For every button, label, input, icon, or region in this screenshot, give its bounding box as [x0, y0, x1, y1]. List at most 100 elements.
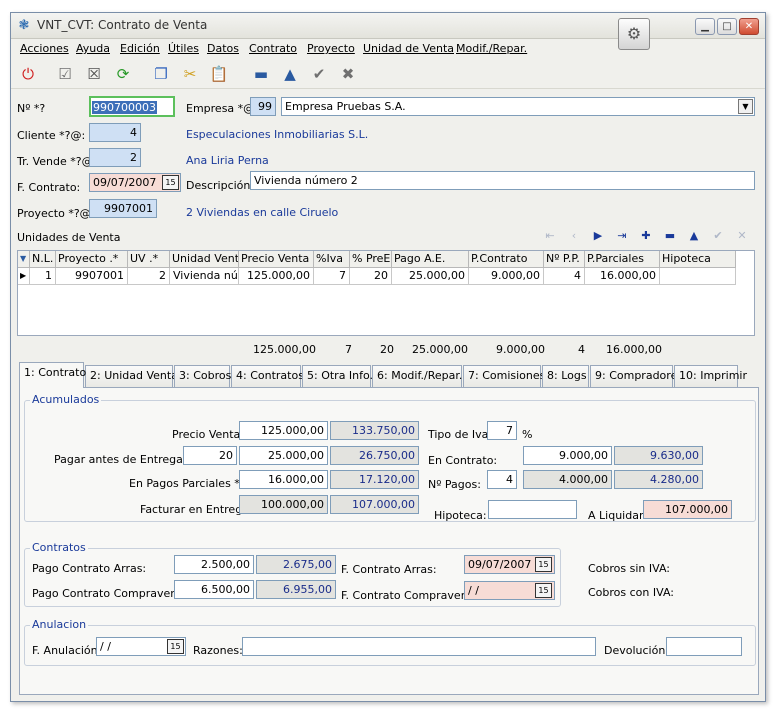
- calendar-icon[interactable]: 15: [535, 583, 552, 598]
- toolbar: ⏻ ☑ ☒ ⟳ ❐ ✂ 📋 ▬ ▲ ✔ ✖: [11, 61, 765, 89]
- minimize-button[interactable]: ▁: [695, 18, 715, 35]
- tab-imprimir[interactable]: 10: Imprimir: [674, 365, 747, 388]
- col-num-pp[interactable]: Nº P.P.: [544, 251, 585, 268]
- prev-record-icon[interactable]: ‹: [565, 229, 583, 243]
- menu-utiles[interactable]: Útiles: [168, 42, 199, 55]
- table-row-cell[interactable]: [660, 268, 736, 285]
- main-window: ❃ VNT_CVT: Contrato de Venta ▁ □ ✕ ⚙ Acc…: [10, 12, 766, 702]
- check-doc-icon[interactable]: ☑: [53, 63, 77, 85]
- copy-icon[interactable]: ❐: [149, 63, 173, 85]
- menu-edicion[interactable]: Edición: [120, 42, 160, 55]
- table-row-cell[interactable]: 1: [30, 268, 56, 285]
- menu-modif-repar[interactable]: Modif./Repar.: [456, 42, 527, 55]
- edit-record-icon[interactable]: ▲: [685, 229, 703, 243]
- tab-comisiones[interactable]: 7: Comisiones: [463, 365, 545, 388]
- remove-record-icon[interactable]: ▬: [249, 63, 273, 85]
- menu-proyecto[interactable]: Proyecto: [307, 42, 355, 55]
- precio-venta-field[interactable]: 125.000,00: [239, 421, 328, 440]
- close-button[interactable]: ✕: [739, 18, 759, 35]
- tab-logs[interactable]: 8: Logs: [542, 365, 589, 388]
- num-field[interactable]: 990700003: [89, 96, 175, 117]
- table-row-cell[interactable]: 2: [128, 268, 170, 285]
- menu-ayuda[interactable]: Ayuda: [76, 42, 110, 55]
- pagar-pct-field[interactable]: 20: [183, 446, 237, 465]
- cut-icon[interactable]: ✂: [178, 63, 202, 85]
- num-pagos-field[interactable]: 4: [487, 470, 517, 489]
- maximize-button[interactable]: □: [717, 18, 737, 35]
- tipo-iva-field[interactable]: 7: [487, 421, 517, 440]
- menu-contrato[interactable]: Contrato: [249, 42, 297, 55]
- up-record-icon[interactable]: ▲: [278, 63, 302, 85]
- add-record-icon[interactable]: ✚: [637, 229, 655, 243]
- tab-unidad-venta[interactable]: 2: Unidad Venta: [85, 365, 178, 388]
- delete-doc-icon[interactable]: ☒: [82, 63, 106, 85]
- col-pree[interactable]: % PreE.: [350, 251, 392, 268]
- parciales-field[interactable]: 16.000,00: [239, 470, 328, 489]
- table-row-cell[interactable]: 9.000,00: [469, 268, 544, 285]
- empresa-code-field[interactable]: 99: [250, 97, 276, 116]
- cliente-name: Especulaciones Inmobiliarias S.L.: [186, 128, 369, 141]
- contratos-title: Contratos: [30, 541, 88, 554]
- col-p-contrato[interactable]: P.Contrato: [469, 251, 544, 268]
- descripcion-field[interactable]: Vivienda número 2: [250, 171, 755, 190]
- tab-modif-repar[interactable]: 6: Modif./Repar.: [372, 365, 462, 388]
- num-pagos-label: Nº Pagos:: [428, 478, 481, 491]
- table-row-cell[interactable]: 9907001: [56, 268, 128, 285]
- units-grid[interactable]: ▼ N.L. Proyecto .* UV .* Unidad Venta Pr…: [17, 250, 755, 336]
- empresa-select[interactable]: Empresa Pruebas S.A. ▼: [281, 97, 755, 116]
- table-row-cell[interactable]: 16.000,00: [585, 268, 660, 285]
- tab-cobros[interactable]: 3: Cobros: [174, 365, 231, 388]
- calendar-icon[interactable]: 15: [535, 557, 552, 572]
- cancel-record-icon[interactable]: ✕: [733, 229, 751, 243]
- tab-contrato[interactable]: 1: Contrato: [19, 362, 86, 388]
- first-record-icon[interactable]: ⇤: [541, 229, 559, 243]
- tab-otra-info[interactable]: 5: Otra Info.: [302, 365, 373, 388]
- col-p-parciales[interactable]: P.Parciales: [585, 251, 660, 268]
- col-iva[interactable]: %Iva: [314, 251, 350, 268]
- menu-acciones[interactable]: Acciones: [20, 42, 69, 55]
- calendar-icon[interactable]: 15: [167, 639, 184, 654]
- facturar-iva: 107.000,00: [330, 495, 419, 514]
- proyecto-code-field[interactable]: 9907001: [89, 199, 157, 218]
- table-row-cell[interactable]: 4: [544, 268, 585, 285]
- delete-record-icon[interactable]: ▬: [661, 229, 679, 243]
- col-proyecto[interactable]: Proyecto .*: [56, 251, 128, 268]
- arras-field[interactable]: 2.500,00: [174, 555, 254, 574]
- table-row-cell[interactable]: 20: [350, 268, 392, 285]
- units-title: Unidades de Venta: [17, 231, 121, 244]
- chevron-down-icon[interactable]: ▼: [738, 99, 753, 114]
- col-uv[interactable]: UV .*: [128, 251, 170, 268]
- col-pago-ae[interactable]: Pago A.E.: [392, 251, 469, 268]
- total-p-parciales: 16.000,00: [606, 343, 662, 356]
- accept-icon[interactable]: ✔: [307, 63, 331, 85]
- next-record-icon[interactable]: ▶: [589, 229, 607, 243]
- calendar-icon[interactable]: 15: [162, 175, 179, 190]
- cliente-code-field[interactable]: 4: [89, 123, 141, 142]
- col-unidad-venta[interactable]: Unidad Venta: [170, 251, 239, 268]
- compra-field[interactable]: 6.500,00: [174, 580, 254, 599]
- paste-icon[interactable]: 📋: [207, 63, 231, 85]
- power-icon[interactable]: ⏻: [16, 63, 40, 85]
- tab-contratos[interactable]: 4: Contratos: [231, 365, 304, 388]
- table-row-cell[interactable]: Vivienda núm: [170, 268, 239, 285]
- fcontrato-label: F. Contrato:: [17, 181, 81, 194]
- col-precio-venta[interactable]: Precio Venta: [239, 251, 314, 268]
- cancel-icon[interactable]: ✖: [336, 63, 360, 85]
- en-contrato-field[interactable]: 9.000,00: [523, 446, 612, 465]
- last-record-icon[interactable]: ⇥: [613, 229, 631, 243]
- table-row-cell[interactable]: 125.000,00: [239, 268, 314, 285]
- menu-datos[interactable]: Datos: [207, 42, 239, 55]
- razones-field[interactable]: [242, 637, 596, 656]
- col-nl[interactable]: N.L.: [30, 251, 56, 268]
- table-row-cell[interactable]: 7: [314, 268, 350, 285]
- refresh-icon[interactable]: ⟳: [111, 63, 135, 85]
- post-record-icon[interactable]: ✔: [709, 229, 727, 243]
- col-hipoteca[interactable]: Hipoteca: [660, 251, 736, 268]
- hipoteca-field[interactable]: [488, 500, 577, 519]
- table-row-cell[interactable]: 25.000,00: [392, 268, 469, 285]
- menu-unidad-venta[interactable]: Unidad de Venta: [363, 42, 454, 55]
- tab-compradores[interactable]: 9: Compradores: [590, 365, 683, 388]
- vende-code-field[interactable]: 2: [89, 148, 141, 167]
- devolucion-field[interactable]: [666, 637, 742, 656]
- pagar-value-field[interactable]: 25.000,00: [239, 446, 328, 465]
